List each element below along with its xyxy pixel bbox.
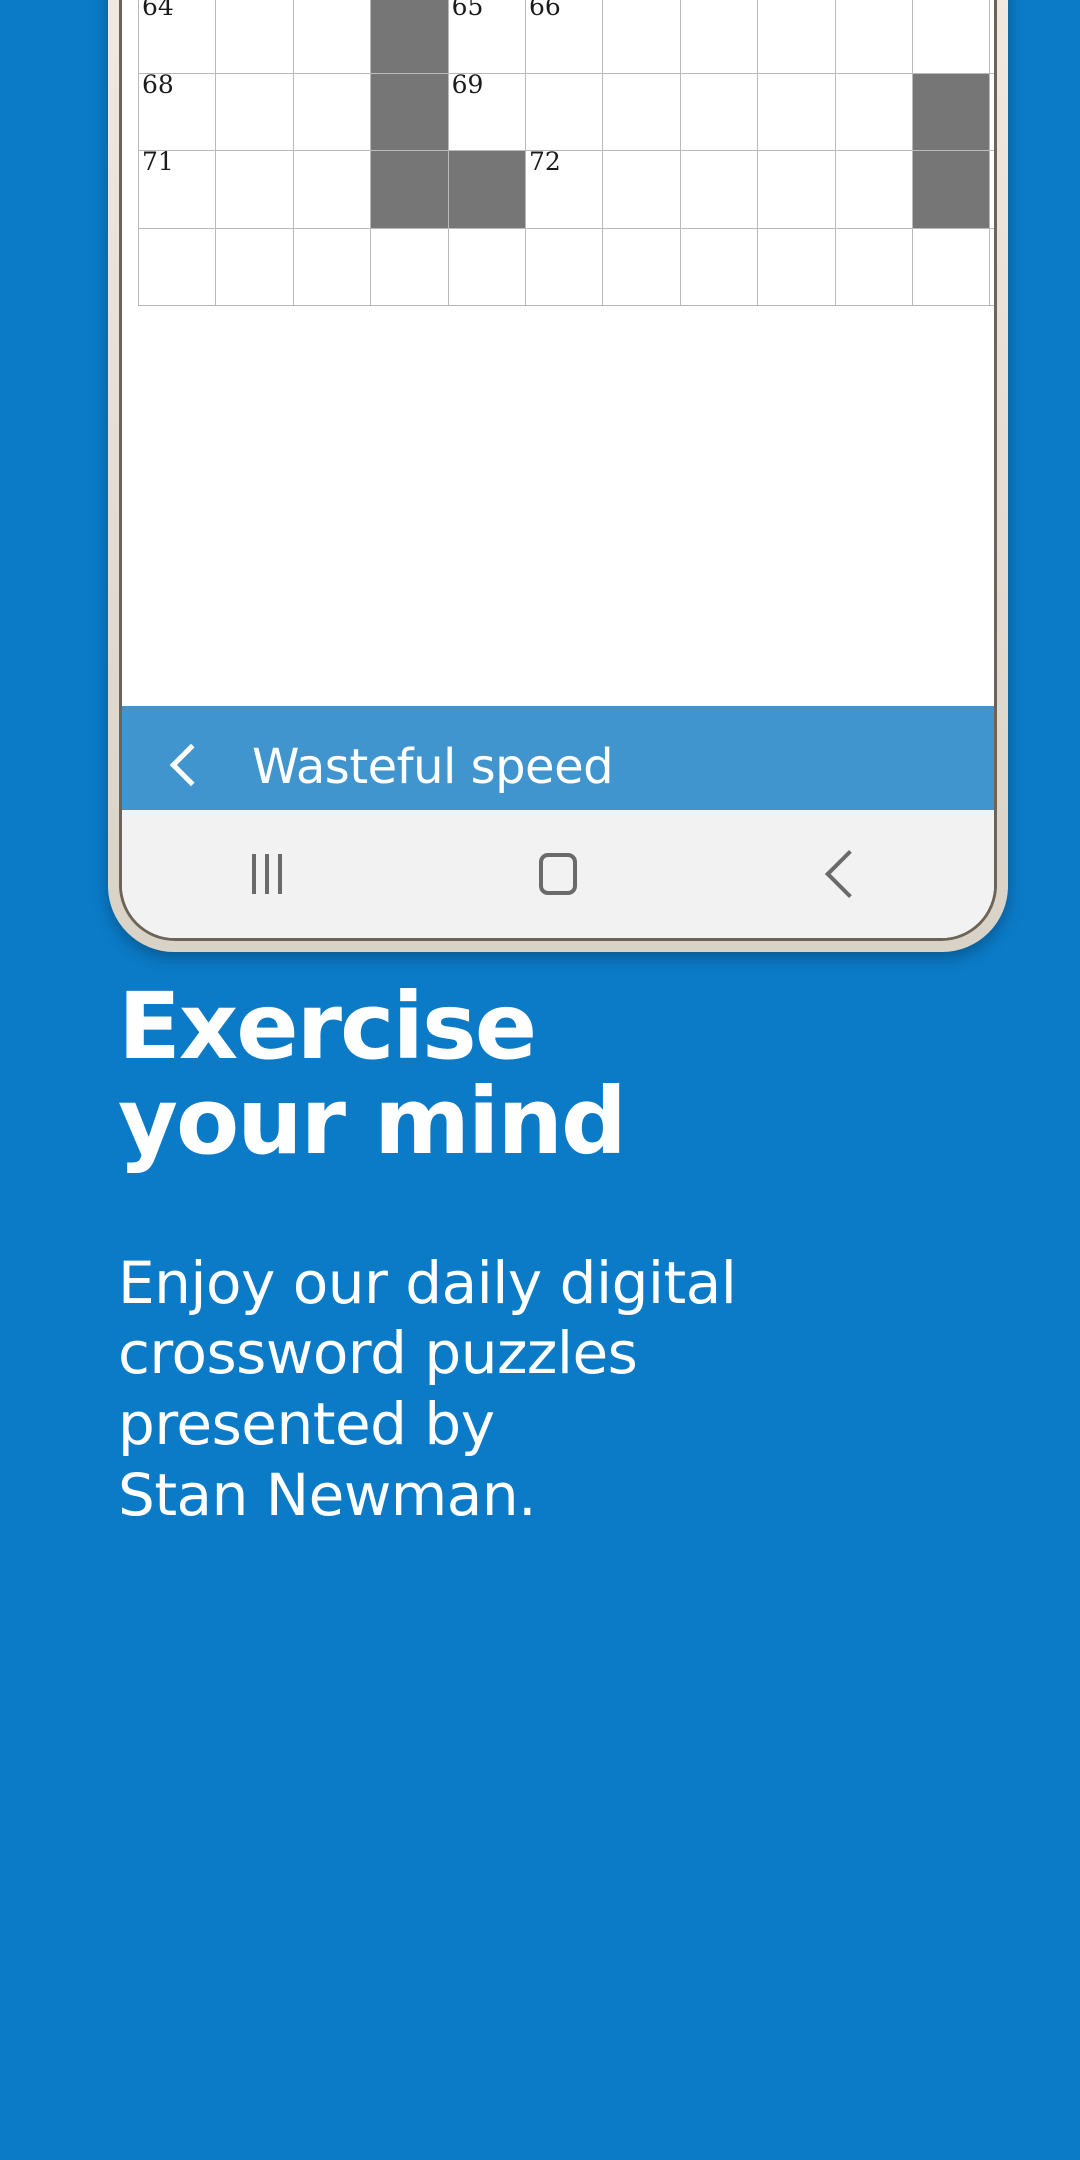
crossword-cell-number: 66 — [529, 0, 561, 22]
crossword-cell-number: 65 — [451, 0, 484, 22]
crossword-cell[interactable]: 73 — [990, 149, 994, 228]
crossword-cell[interactable] — [758, 0, 835, 73]
crossword-cell[interactable]: 64 — [139, 0, 216, 73]
phone-screen: 1314151617181920212223242526272829303132… — [122, 0, 994, 938]
crossword-cell[interactable] — [835, 228, 913, 306]
crossword-cell[interactable] — [680, 0, 758, 73]
page-title: Exercise your mind — [118, 973, 627, 1175]
crossword-cell[interactable] — [216, 228, 293, 306]
android-navigation-bar[interactable] — [122, 810, 994, 938]
crossword-grid[interactable]: 1314151617181920212223242526272829303132… — [138, 0, 994, 307]
crossword-cell[interactable] — [913, 228, 990, 306]
crossword-cell[interactable] — [758, 151, 835, 228]
crossword-cell[interactable] — [835, 0, 913, 73]
crossword-cell-number: 69 — [451, 69, 484, 99]
crossword-cell[interactable]: 71 — [139, 147, 216, 228]
crossword-cell[interactable] — [603, 151, 680, 228]
crossword-cell[interactable] — [216, 0, 293, 73]
crossword-cell[interactable]: 69 — [448, 69, 526, 151]
crossword-cell[interactable] — [139, 228, 216, 306]
crossword-cell[interactable] — [293, 73, 371, 151]
crossword-cell[interactable] — [835, 151, 913, 228]
crossword-cell[interactable] — [990, 228, 994, 306]
nav-recents-button[interactable] — [197, 810, 337, 938]
crossword-cell[interactable] — [526, 73, 603, 151]
crossword-cell-number: 68 — [142, 69, 174, 99]
crossword-cell-number: 72 — [529, 147, 561, 177]
nav-home-button[interactable] — [488, 810, 628, 938]
crossword-cell-number: 67 — [993, 0, 994, 21]
crossword-cell[interactable]: 66 — [526, 0, 603, 73]
chevron-left-icon[interactable] — [166, 739, 204, 795]
crossword-cell[interactable] — [526, 228, 603, 306]
home-icon — [538, 853, 577, 895]
crossword-area: 1314151617181920212223242526272829303132… — [122, 0, 994, 706]
phone-mockup: 1314151617181920212223242526272829303132… — [108, 0, 1008, 952]
crossword-block-cell — [448, 151, 526, 228]
crossword-cell[interactable] — [680, 73, 758, 151]
crossword-block-cell — [371, 73, 448, 151]
crossword-cell[interactable]: 65 — [448, 0, 526, 73]
crossword-cell-number: 71 — [142, 147, 174, 177]
crossword-cell[interactable] — [216, 151, 293, 228]
crossword-cell[interactable]: 68 — [139, 69, 216, 151]
clue-text: Wasteful speed — [252, 739, 614, 795]
back-icon — [824, 849, 873, 899]
crossword-cell-number: 70 — [993, 71, 994, 98]
crossword-cell[interactable] — [758, 73, 835, 151]
crossword-cell[interactable] — [680, 228, 758, 306]
crossword-cell[interactable] — [216, 73, 293, 151]
crossword-cell-number: 73 — [993, 149, 994, 176]
promo-copy: Exercise your mind Enjoy our daily digit… — [0, 973, 1080, 1531]
crossword-cell-number: 64 — [142, 0, 174, 22]
crossword-cell[interactable] — [293, 0, 371, 73]
crossword-cell[interactable] — [680, 151, 758, 228]
crossword-cell[interactable] — [293, 228, 371, 306]
crossword-cell[interactable] — [758, 228, 835, 306]
crossword-cell[interactable] — [913, 0, 990, 73]
nav-back-button[interactable] — [779, 810, 919, 938]
crossword-cell[interactable] — [293, 151, 371, 228]
crossword-cell[interactable] — [835, 73, 913, 151]
crossword-cell[interactable]: 72 — [526, 147, 603, 228]
crossword-cell[interactable]: 70 — [990, 71, 994, 151]
recents-icon — [252, 854, 283, 894]
crossword-cell[interactable] — [448, 228, 526, 306]
crossword-cell[interactable] — [371, 228, 448, 306]
phone-bezel: 1314151617181920212223242526272829303132… — [119, 0, 997, 941]
promo-body-text: Enjoy our daily digital crossword puzzle… — [118, 1248, 737, 1529]
crossword-block-cell — [371, 0, 448, 73]
crossword-cell[interactable] — [603, 73, 680, 151]
crossword-cell[interactable] — [603, 0, 680, 73]
crossword-block-cell — [913, 151, 990, 228]
crossword-block-cell — [371, 151, 448, 228]
crossword-cell[interactable] — [603, 228, 680, 306]
crossword-block-cell — [913, 73, 990, 151]
crossword-cell[interactable]: 67 — [990, 0, 994, 73]
